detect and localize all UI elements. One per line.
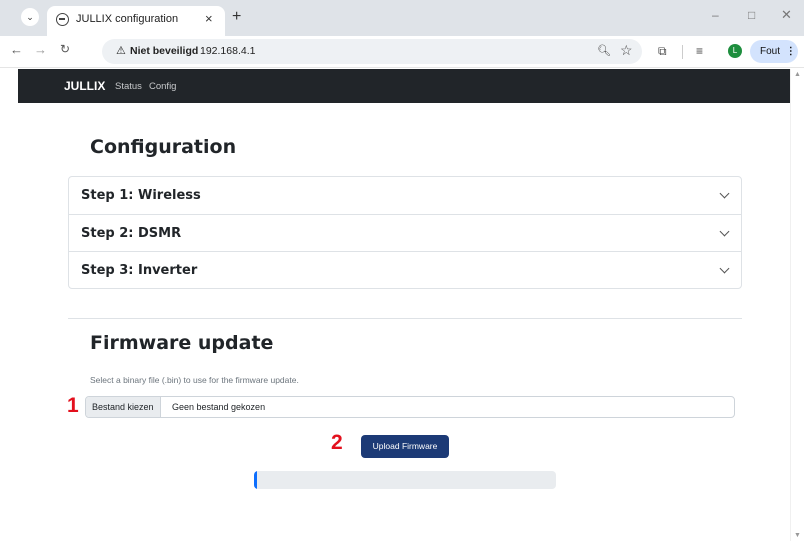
upload-progress-fill	[254, 471, 258, 489]
close-window-button[interactable]: ✕	[781, 7, 792, 23]
nav-link-status[interactable]: Status	[115, 81, 142, 92]
reload-icon[interactable]: ↻	[60, 42, 70, 56]
firmware-heading: Firmware update	[90, 332, 274, 354]
upload-firmware-button[interactable]: Upload Firmware	[361, 435, 449, 458]
browser-window: ⌄ JULLIX configuration × + – □ ✕ ← → ↻ ⚠…	[0, 0, 804, 541]
firmware-help-text: Select a binary file (.bin) to use for t…	[90, 375, 299, 385]
tab-search-menu-button[interactable]: ⌄	[21, 8, 39, 26]
configuration-heading: Configuration	[90, 136, 237, 158]
firmware-file-input[interactable]: Bestand kiezen Geen bestand gekozen	[85, 396, 735, 418]
profile-avatar[interactable]: L	[728, 44, 742, 58]
accordion-label: Step 3: Inverter	[81, 263, 198, 279]
accordion-label: Step 1: Wireless	[81, 188, 201, 203]
extensions-icon[interactable]: ⧉	[658, 44, 667, 59]
page-left-edge	[0, 69, 18, 541]
forward-arrow-icon[interactable]: →	[34, 42, 47, 57]
selected-file-name: Geen bestand gekozen	[172, 402, 266, 412]
tab-title: JULLIX configuration	[76, 13, 179, 25]
page-viewport: JULLIX Status Config Configuration Step …	[18, 69, 790, 541]
vertical-scrollbar[interactable]: ▲ ▼	[790, 69, 804, 541]
annotation-marker-1: 1	[67, 394, 79, 417]
error-button-label: Fout	[760, 46, 781, 57]
minimize-button[interactable]: –	[712, 8, 719, 22]
zoom-icon[interactable]: 🔍︎	[597, 44, 611, 57]
warning-icon: ⚠	[116, 45, 126, 57]
annotation-marker-2: 2	[331, 431, 343, 454]
tab-strip: ⌄ JULLIX configuration × + – □ ✕	[0, 0, 804, 36]
security-label[interactable]: Niet beveiligd	[130, 45, 198, 57]
kebab-menu-icon: ⋮	[785, 46, 796, 57]
brand-link[interactable]: JULLIX	[64, 79, 105, 93]
accordion-item-dsmr[interactable]: Step 2: DSMR	[69, 215, 741, 253]
toolbar-divider	[682, 45, 683, 59]
globe-icon	[56, 13, 69, 26]
error-menu-button[interactable]: Fout ⋮	[750, 40, 798, 63]
accordion-item-inverter[interactable]: Step 3: Inverter	[69, 252, 741, 290]
scroll-up-arrow-icon[interactable]: ▲	[794, 71, 801, 78]
section-divider	[68, 318, 742, 319]
back-arrow-icon[interactable]: ←	[10, 42, 23, 57]
choose-file-button[interactable]: Bestand kiezen	[86, 397, 161, 417]
maximize-button[interactable]: □	[748, 8, 755, 22]
media-controls-icon[interactable]: ≡	[696, 44, 703, 58]
bookmark-star-icon[interactable]: ☆	[620, 42, 633, 59]
chevron-down-icon	[719, 226, 730, 237]
url-text[interactable]: 192.168.4.1	[200, 45, 255, 57]
accordion-label: Step 2: DSMR	[81, 225, 182, 241]
upload-progress-bar	[254, 471, 556, 489]
tab-jullix-configuration[interactable]: JULLIX configuration ×	[47, 6, 225, 36]
tab-close-icon[interactable]: ×	[205, 11, 213, 26]
site-navbar: JULLIX Status Config	[18, 69, 790, 103]
chevron-down-icon	[719, 263, 730, 274]
browser-toolbar: ← → ↻ ⚠ Niet beveiligd 192.168.4.1 🔍︎ ☆ …	[0, 36, 804, 68]
chevron-down-icon	[719, 188, 730, 199]
new-tab-button[interactable]: +	[232, 8, 241, 26]
scroll-down-arrow-icon[interactable]: ▼	[794, 532, 801, 539]
address-bar[interactable]: ⚠ Niet beveiligd 192.168.4.1 🔍︎ ☆	[102, 39, 642, 64]
configuration-accordion: Step 1: Wireless Step 2: DSMR Step 3: In…	[68, 176, 742, 289]
nav-link-config[interactable]: Config	[149, 81, 176, 92]
accordion-item-wireless[interactable]: Step 1: Wireless	[69, 177, 741, 215]
